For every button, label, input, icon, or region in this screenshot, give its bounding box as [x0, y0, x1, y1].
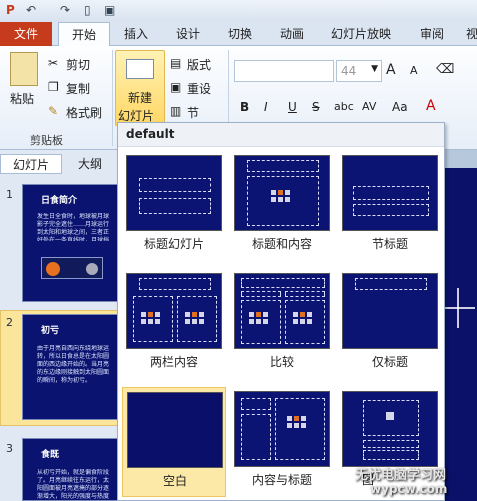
slide-title: 食既 [41, 450, 60, 460]
tab-file[interactable]: 文件 [0, 22, 52, 46]
tab-outline[interactable]: 大纲 [70, 154, 110, 174]
clipboard-group-label: 剪贴板 [30, 134, 63, 147]
font-color-icon[interactable]: A [426, 98, 436, 114]
layout-preview [234, 273, 330, 349]
tab-design[interactable]: 设计 [168, 22, 208, 46]
new-icon[interactable]: ▯ [84, 3, 91, 17]
format-painter-button[interactable]: 格式刷 [66, 104, 102, 121]
font-size-combo[interactable]: 44 ▼ [336, 60, 382, 82]
paste-button[interactable]: 粘贴 [10, 90, 34, 107]
font-size-value: 44 [341, 64, 357, 78]
slide-body: 发生日全食时，地球被月球影子完全遮住……月球运行到太阳和地球之间，三者正好处在一… [37, 213, 110, 241]
app-icon[interactable]: P [6, 3, 15, 17]
strike-button[interactable]: S [312, 100, 320, 114]
layout-preview [342, 155, 438, 231]
section-button[interactable]: 节 [187, 104, 199, 121]
layout-label: 比较 [269, 355, 294, 369]
save-icon[interactable]: ▣ [104, 3, 115, 17]
layout-label: 节标题 [371, 237, 408, 251]
theme-name: default [126, 127, 175, 141]
layout-button[interactable]: 版式 [187, 56, 211, 73]
tab-slideshow[interactable]: 幻灯片放映 [326, 22, 396, 46]
reset-button[interactable]: 重设 [187, 80, 211, 97]
layout-preview [126, 273, 222, 349]
copy-icon[interactable]: ❐ [48, 80, 59, 94]
layout-icon: ▤ [170, 56, 182, 70]
layout-preview [126, 155, 222, 231]
watermark-text: 无忧电脑学习网 [355, 468, 447, 483]
copy-button[interactable]: 复制 [66, 80, 90, 97]
slide-title: 日食简介 [41, 196, 78, 206]
slides-pane: 幻灯片 大纲 1 日食简介 发生日全食时，地球被月球影子完全遮住……月球运行到太… [0, 150, 120, 501]
layout-preview [342, 273, 438, 349]
underline-button[interactable]: U [288, 100, 297, 114]
tab-animations[interactable]: 动画 [272, 22, 312, 46]
layout-preview [234, 155, 330, 231]
tab-slides[interactable]: 幻灯片 [0, 154, 62, 174]
gallery-header: default [118, 123, 444, 147]
eclipse-image [41, 257, 103, 279]
watermark-url: wypcw.com [370, 482, 448, 496]
redo-icon[interactable]: ↷ [60, 3, 70, 17]
format-painter-icon[interactable]: ✎ [48, 104, 58, 118]
tab-view[interactable]: 视 [462, 22, 477, 46]
layout-gallery: default 标题幻灯片 标题和内容 节标题 两栏内容 比较 仅标题 空白 内… [117, 122, 445, 501]
spacing-button[interactable]: AV [362, 100, 376, 113]
layout-label: 两栏内容 [149, 355, 198, 369]
slide-number: 2 [6, 316, 13, 329]
chevron-down-icon: ▼ [371, 64, 378, 74]
case-button[interactable]: Aa [392, 100, 408, 114]
layout-title-only[interactable]: 仅标题 [338, 269, 442, 379]
italic-button[interactable]: I [264, 100, 268, 114]
shrink-font-button[interactable]: A [410, 64, 418, 77]
layout-two-content[interactable]: 两栏内容 [122, 269, 226, 379]
layout-title-slide[interactable]: 标题幻灯片 [122, 151, 226, 261]
layout-preview [234, 391, 330, 467]
layout-comparison[interactable]: 比较 [230, 269, 334, 379]
slide-body: 从初亏开始，就是偏食阶段了。月亮继续往东运行，太阳圆面被月亮遮掩的部分逐渐增大，… [37, 469, 110, 499]
tab-home[interactable]: 开始 [58, 22, 110, 47]
cut-button[interactable]: 剪切 [66, 56, 90, 73]
slide-thumbnail-2[interactable]: 初亏 由于月亮自西向东绕地球运转，所以日食总是在太阳圆面的西边缘开始的。当月亮的… [22, 314, 120, 420]
slide-number: 3 [6, 442, 13, 455]
layout-label: 空白 [162, 474, 187, 488]
reset-icon: ▣ [170, 80, 182, 94]
quick-access-toolbar: P ↶ ↷ ▯ ▣ [0, 0, 477, 22]
tab-transitions[interactable]: 切换 [220, 22, 260, 46]
shadow-button[interactable]: abc [334, 100, 354, 113]
star-sparkle [441, 307, 475, 309]
slide-number: 1 [6, 188, 13, 201]
clear-format-icon[interactable]: ⌫ [436, 62, 454, 77]
layout-preview [342, 391, 438, 467]
paste-icon[interactable] [10, 52, 38, 86]
layout-label: 标题幻灯片 [143, 237, 204, 251]
new-slide-label-1: 新建 [128, 91, 153, 105]
layout-section-header[interactable]: 节标题 [338, 151, 442, 261]
slide-thumbnail-3[interactable]: 食既 从初亏开始，就是偏食阶段了。月亮继续往东运行，太阳圆面被月亮遮掩的部分逐渐… [22, 438, 120, 501]
font-name-combo[interactable] [234, 60, 334, 82]
layout-label: 标题和内容 [251, 237, 312, 251]
layout-preview [127, 392, 223, 468]
tab-insert[interactable]: 插入 [116, 22, 156, 46]
layout-blank[interactable]: 空白 [122, 387, 226, 497]
scissors-icon[interactable]: ✂ [48, 56, 58, 70]
grow-font-button[interactable]: A [386, 62, 396, 78]
layout-title-content[interactable]: 标题和内容 [230, 151, 334, 261]
new-slide-icon [126, 59, 154, 79]
section-icon: ▥ [170, 104, 182, 118]
slide-thumbnail-1[interactable]: 日食简介 发生日全食时，地球被月球影子完全遮住……月球运行到太阳和地球之间，三者… [22, 184, 120, 302]
slide-title: 初亏 [41, 326, 60, 336]
tab-review[interactable]: 审阅 [412, 22, 452, 46]
slide-body: 由于月亮自西向东绕地球运转，所以日食总是在太阳圆面的西边缘开始的。当月亮的东边缘… [37, 345, 110, 384]
layout-label: 仅标题 [371, 355, 408, 369]
ribbon-tabs: 文件 开始 插入 设计 切换 动画 幻灯片放映 审阅 视 [0, 22, 477, 47]
new-slide-button[interactable]: 新建 幻灯片 [115, 50, 165, 126]
bold-button[interactable]: B [240, 100, 249, 114]
undo-icon[interactable]: ↶ [26, 3, 36, 17]
